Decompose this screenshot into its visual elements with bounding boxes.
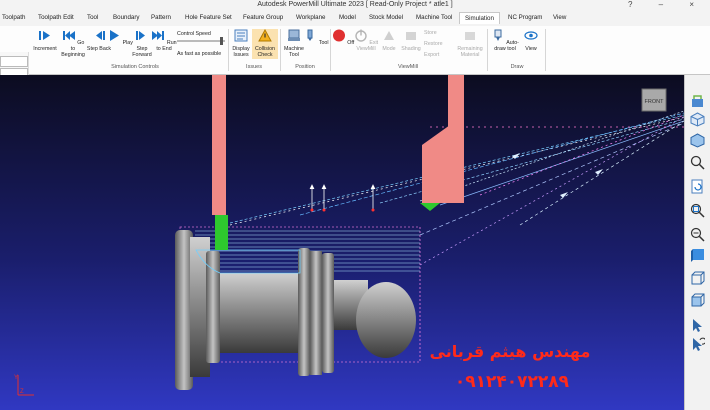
collision-check-button[interactable]: Collision Check xyxy=(252,28,278,59)
tab-machine-tool[interactable]: Machine Tool xyxy=(416,14,452,21)
power-icon xyxy=(355,29,367,42)
auto-draw-icon xyxy=(494,29,502,41)
export-button[interactable]: Export xyxy=(424,52,439,58)
position-group-label: Position xyxy=(295,64,315,70)
play-icon xyxy=(110,30,120,41)
draw-group-label: Draw xyxy=(510,64,524,70)
shading-button[interactable]: Shading xyxy=(398,29,424,52)
cube-view-icon[interactable] xyxy=(690,133,705,148)
step-back-icon xyxy=(96,31,105,40)
turning-tool-left xyxy=(212,75,228,250)
scene: FRONT Y Z مهندس هیثم قربانی ۰۹۱۲۴۰۷۲۲۸۹ xyxy=(14,75,684,396)
dropdown-1[interactable] xyxy=(0,56,28,67)
machine-tool-label: Machine Tool xyxy=(283,46,305,58)
skip-forward-icon xyxy=(152,31,165,40)
axis-triad: Y Z xyxy=(14,375,34,396)
as-fast-label: As fast as possible xyxy=(177,51,222,57)
collision-warning-icon xyxy=(258,28,272,42)
separator xyxy=(545,29,546,71)
run-to-end-button[interactable]: Run to End xyxy=(151,29,177,52)
tab-toolpath-edit[interactable]: Toolpath Edit xyxy=(38,14,74,21)
tab-tool[interactable]: Tool xyxy=(87,14,98,21)
view-cube-label: FRONT xyxy=(645,99,665,105)
eye-icon xyxy=(524,31,538,40)
tab-model[interactable]: Model xyxy=(339,14,356,21)
ribbon: Increment Go to Beginning Step Back Play… xyxy=(0,26,710,100)
viewmill-group-label: ViewMill xyxy=(397,64,419,70)
shaded-wire-view-icon[interactable] xyxy=(690,293,705,308)
control-speed-label: Control Speed xyxy=(177,31,211,37)
window-controls[interactable]: ? – × xyxy=(628,0,706,9)
select-cursor-icon[interactable] xyxy=(690,318,705,333)
tool-position-button[interactable]: Tool xyxy=(303,29,329,46)
tab-simulation[interactable]: Simulation xyxy=(459,12,500,24)
shaded-view-icon[interactable] xyxy=(690,247,705,262)
go-to-beginning-label: Go to Beginning xyxy=(61,40,85,58)
view-label: View xyxy=(525,46,537,52)
speed-slider-track[interactable] xyxy=(177,40,225,42)
title-bar: Autodesk PowerMill Ultimate 2023 [ Read-… xyxy=(0,0,710,12)
tab-hole-feature-set[interactable]: Hole Feature Set xyxy=(185,14,232,21)
tab-feature-group[interactable]: Feature Group xyxy=(243,14,283,21)
mode-label: Mode xyxy=(382,46,396,52)
wireframe-view-icon[interactable] xyxy=(690,271,705,286)
collision-check-label: Collision Check xyxy=(254,46,276,58)
axis-y-label: Y xyxy=(14,375,18,381)
speed-slider-thumb[interactable] xyxy=(220,37,223,45)
tab-boundary[interactable]: Boundary xyxy=(113,14,140,21)
step-forward-label: Step Forward xyxy=(132,46,152,58)
step-forward-icon xyxy=(136,31,145,40)
axis-z-label: Z xyxy=(20,389,24,395)
step-back-label: Step Back xyxy=(86,46,112,52)
remaining-material-button[interactable]: Remaining Material xyxy=(455,29,485,58)
tab-toolpath[interactable]: Toolpath xyxy=(2,14,25,21)
tool-label: Tool xyxy=(318,40,329,46)
increment-button[interactable]: Increment xyxy=(32,29,58,52)
watermark-phone: ۰۹۱۲۴۰۷۲۲۸۹ xyxy=(455,372,570,392)
undo-select-icon[interactable] xyxy=(690,337,705,352)
zoom-out-icon[interactable] xyxy=(690,227,705,242)
machine-tool-icon xyxy=(288,29,300,41)
display-issues-label: Display Issues xyxy=(232,46,250,58)
iso-view-icon[interactable] xyxy=(690,112,705,127)
mode-icon xyxy=(384,31,394,40)
separator xyxy=(487,29,488,71)
increment-icon xyxy=(39,31,50,40)
watermark-name: مهندس هیثم قربانی xyxy=(430,342,591,361)
display-issues-button[interactable]: Display Issues xyxy=(228,29,254,58)
remaining-material-label: Remaining Material xyxy=(457,46,483,58)
tab-view[interactable]: View xyxy=(553,14,566,21)
store-button[interactable]: Store xyxy=(424,30,437,36)
shading-label: Shading xyxy=(401,46,421,52)
sim-controls-group-label: Simulation Controls xyxy=(111,64,159,70)
view-button[interactable]: View xyxy=(518,29,544,52)
graphics-viewport[interactable]: FRONT Y Z مهندس هیثم قربانی ۰۹۱۲۴۰۷۲۲۸۹ xyxy=(0,75,684,410)
tab-nc-program[interactable]: NC Program xyxy=(508,14,542,21)
go-to-beginning-button[interactable]: Go to Beginning xyxy=(60,29,86,58)
tab-pattern[interactable]: Pattern xyxy=(151,14,171,21)
turned-part xyxy=(175,230,416,390)
remaining-material-icon xyxy=(465,32,475,40)
tab-workplane[interactable]: Workplane xyxy=(296,14,325,21)
tool-icon xyxy=(307,29,313,41)
zoom-box-icon[interactable] xyxy=(690,203,705,218)
shading-icon xyxy=(406,32,416,40)
auto-draw-tool-button[interactable]: Auto-draw tool xyxy=(490,29,520,52)
turning-tool-right xyxy=(420,75,464,211)
display-issues-icon xyxy=(234,29,248,42)
lock-view-icon[interactable] xyxy=(690,93,705,108)
restore-button[interactable]: Restore xyxy=(424,41,443,47)
refresh-view-icon[interactable] xyxy=(690,179,705,194)
zoom-icon[interactable] xyxy=(690,155,705,170)
view-cube[interactable]: FRONT xyxy=(641,88,667,112)
issues-group-label: Issues xyxy=(246,64,262,70)
skip-back-icon xyxy=(62,31,75,40)
tab-stock-model[interactable]: Stock Model xyxy=(369,14,403,21)
increment-label: Increment xyxy=(33,46,57,52)
window-title: Autodesk PowerMill Ultimate 2023 [ Read-… xyxy=(257,1,453,8)
right-view-toolbar xyxy=(684,75,710,410)
off-icon xyxy=(332,29,345,42)
ribbon-tabs: Toolpath Toolpath Edit Tool Boundary Pat… xyxy=(0,12,710,26)
